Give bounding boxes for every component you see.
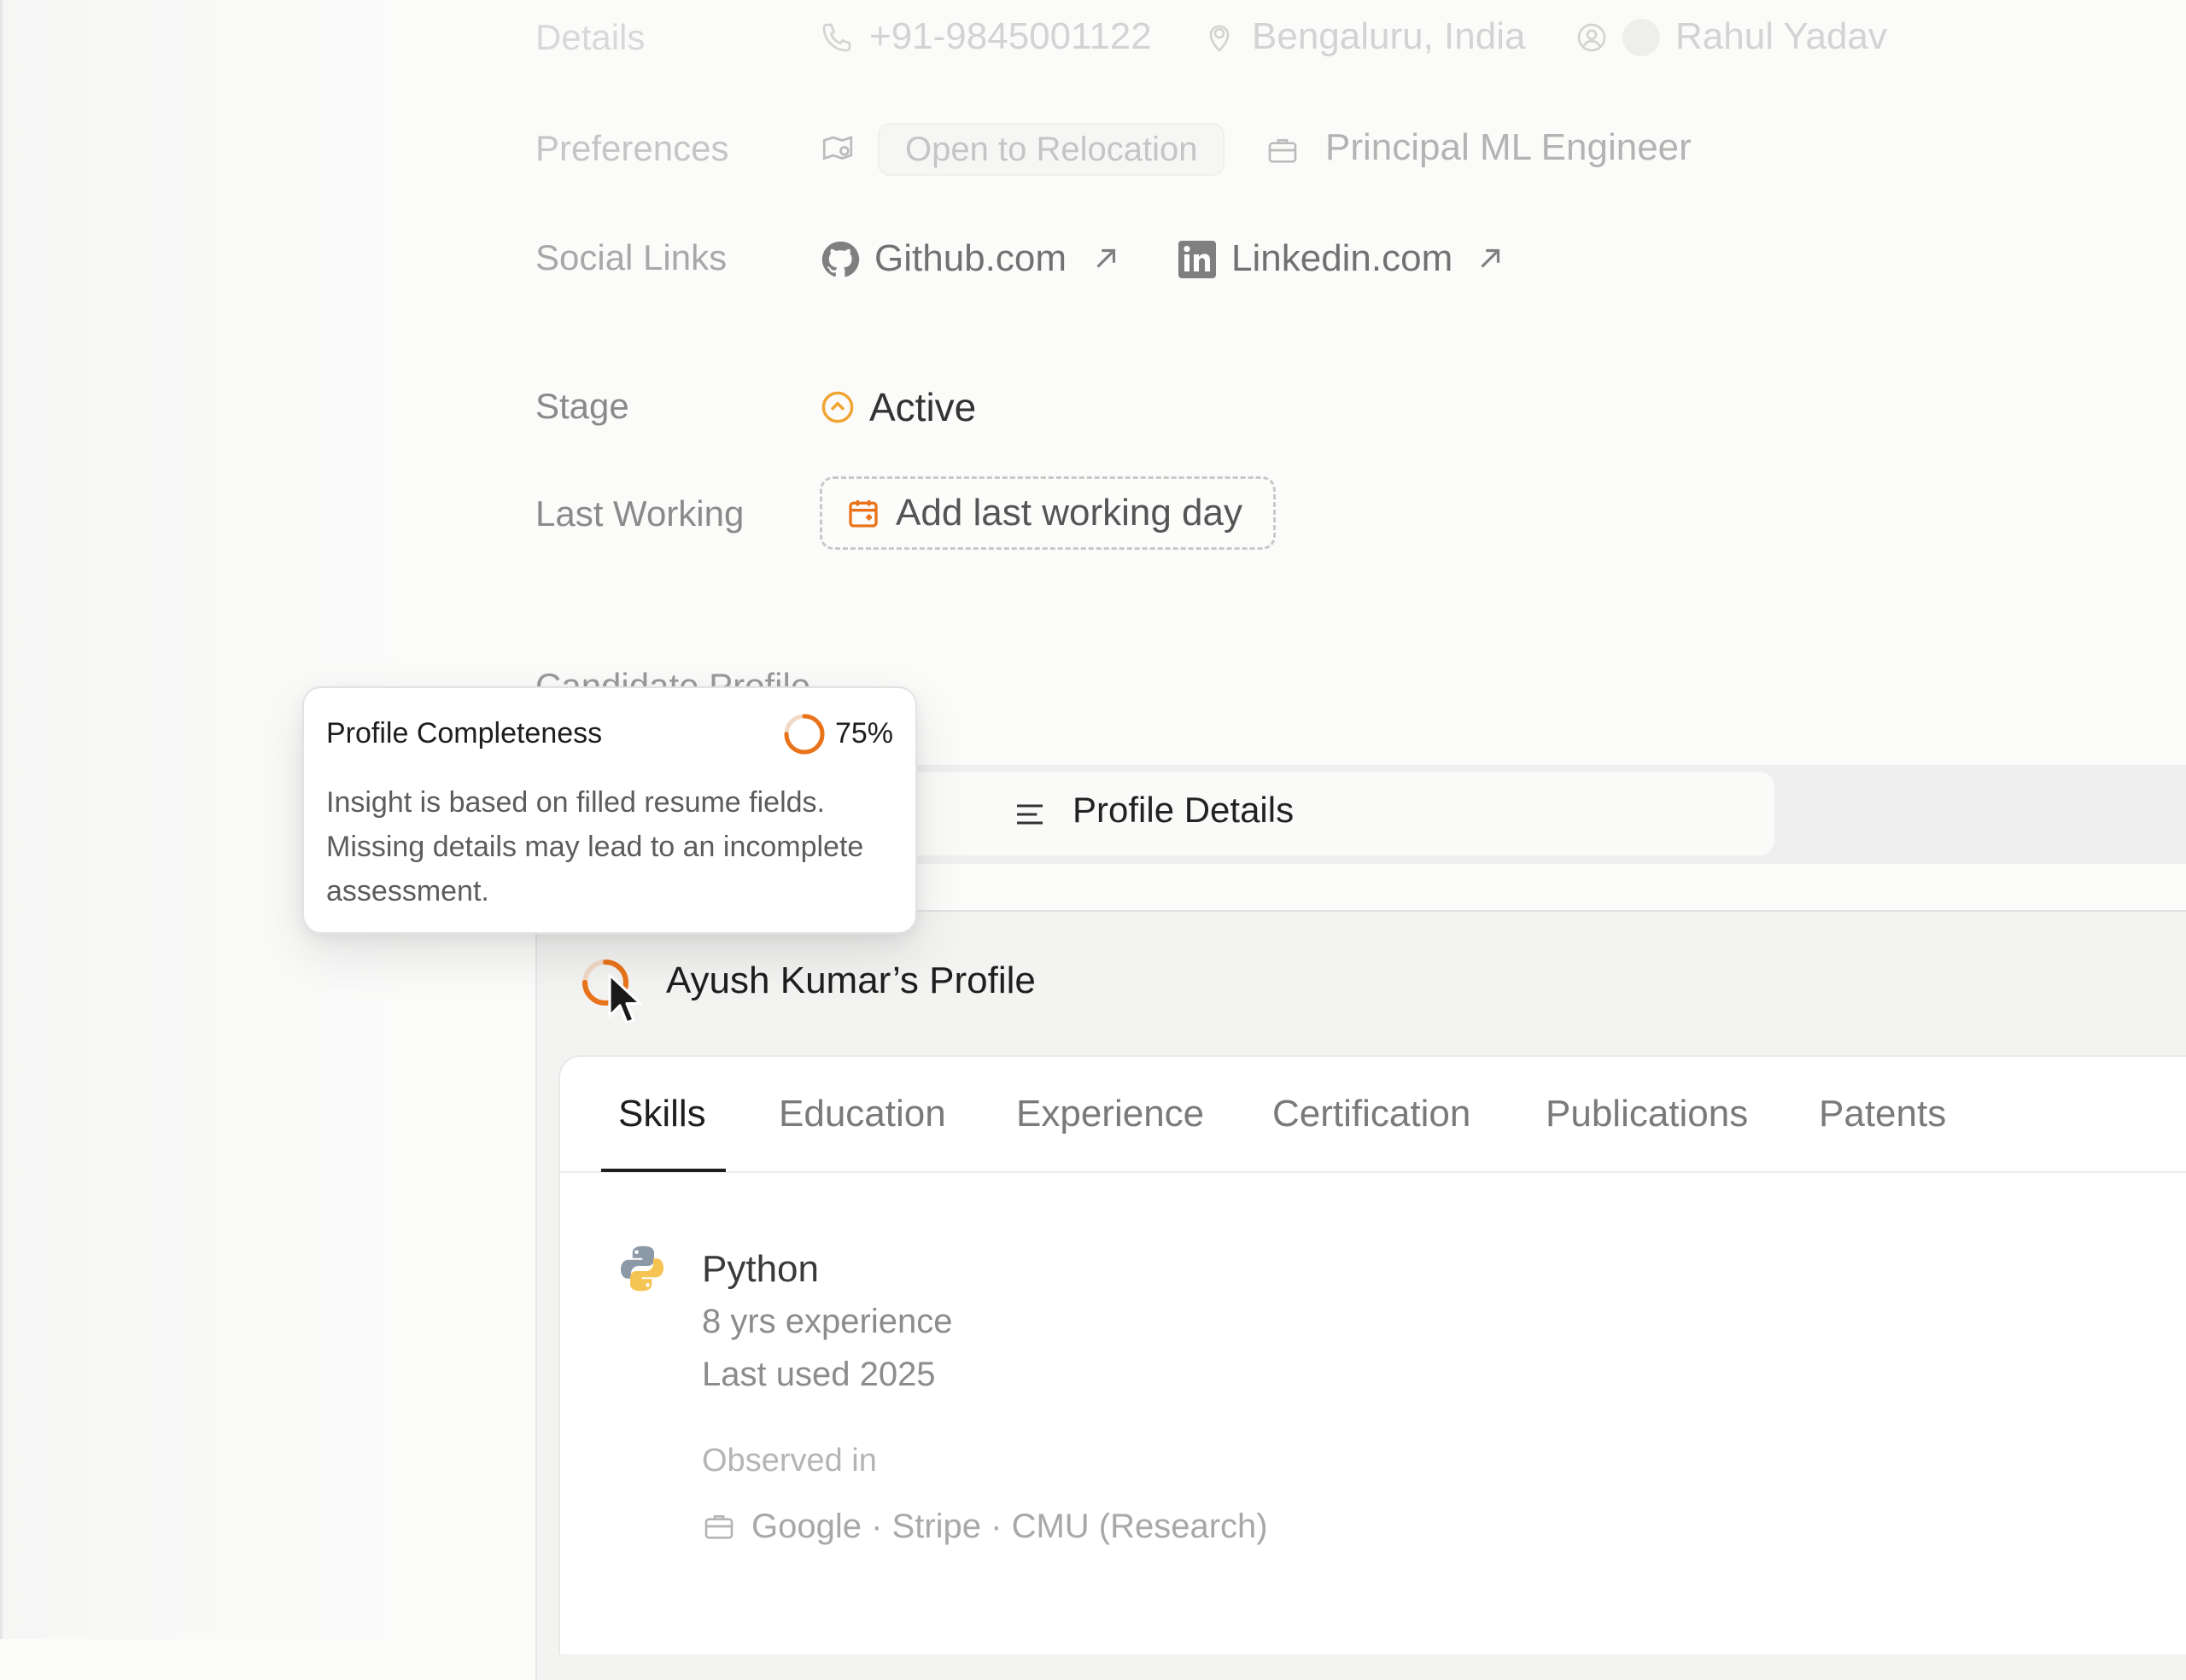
skill-name: Python [702, 1248, 819, 1290]
tooltip-title: Profile Completeness [326, 717, 603, 750]
location-value: Bengaluru, India [1252, 15, 1526, 57]
preferred-role: Principal ML Engineer [1325, 126, 1692, 168]
observed-in-label: Observed in [702, 1443, 877, 1479]
tab-experience[interactable]: Experience [1016, 1093, 1204, 1135]
tooltip-progress-ring [782, 712, 827, 761]
profile-completeness-tooltip: Profile Completeness 75% Insight is base… [302, 686, 917, 934]
phone-value[interactable]: +91-9845001122 [869, 15, 1152, 58]
add-last-working-day-label: Add last working day [896, 492, 1242, 534]
tab-certification[interactable]: Certification [1272, 1093, 1470, 1135]
location-pin-icon [1202, 20, 1236, 55]
tooltip-percent: 75% [834, 717, 893, 750]
window-left-edge [0, 0, 3, 1639]
text-lines-icon [1013, 797, 1047, 831]
linkedin-icon [1177, 239, 1218, 280]
github-link[interactable]: Github.com [874, 237, 1067, 280]
chevron-up-circle-icon [820, 389, 856, 425]
tab-patents[interactable]: Patents [1819, 1093, 1946, 1135]
skill-experience: 8 yrs experience [702, 1303, 953, 1340]
social-links-label: Social Links [535, 237, 728, 277]
map-pin-icon [820, 131, 856, 167]
tooltip-body-line: Insight is based on filled resume fields… [326, 786, 825, 819]
profile-details-label: Profile Details [1073, 790, 1295, 830]
briefcase-icon [1265, 133, 1300, 167]
github-icon [820, 239, 861, 280]
profile-title: Ayush Kumar’s Profile [666, 960, 1036, 1001]
preferences-label: Preferences [535, 128, 729, 168]
stage-label: Stage [535, 386, 629, 426]
arrow-up-right-icon[interactable] [1090, 242, 1122, 275]
tab-publications[interactable]: Publications [1546, 1093, 1748, 1135]
observed-in-values: Google · Stripe · CMU (Research) [751, 1508, 1268, 1545]
linkedin-link[interactable]: Linkedin.com [1231, 237, 1452, 280]
last-working-label: Last Working [535, 493, 745, 534]
details-label: Details [535, 17, 646, 57]
tooltip-body: Insight is based on filled resume fields… [326, 780, 898, 913]
avatar [1622, 19, 1660, 56]
calendar-icon [846, 496, 880, 530]
phone-icon [820, 20, 854, 55]
arrow-up-right-icon[interactable] [1474, 242, 1506, 275]
python-logo-icon [617, 1243, 668, 1294]
skill-last-used: Last used 2025 [702, 1356, 936, 1393]
tooltip-body-line: Missing details may lead to an incomplet… [326, 831, 864, 863]
active-tab-indicator [601, 1169, 726, 1172]
tab-education[interactable]: Education [779, 1093, 946, 1135]
briefcase-icon [702, 1509, 736, 1543]
cursor-arrow-icon [608, 973, 642, 1030]
add-last-working-day-button[interactable]: Add last working day [820, 476, 1276, 550]
user-circle-icon [1575, 20, 1609, 55]
stage-value[interactable]: Active [869, 384, 976, 430]
tab-skills[interactable]: Skills [618, 1093, 706, 1135]
recruiter-name[interactable]: Rahul Yadav [1675, 15, 1887, 58]
relocation-chip: Open to Relocation [878, 123, 1225, 176]
tooltip-body-line: assessment. [326, 875, 489, 907]
